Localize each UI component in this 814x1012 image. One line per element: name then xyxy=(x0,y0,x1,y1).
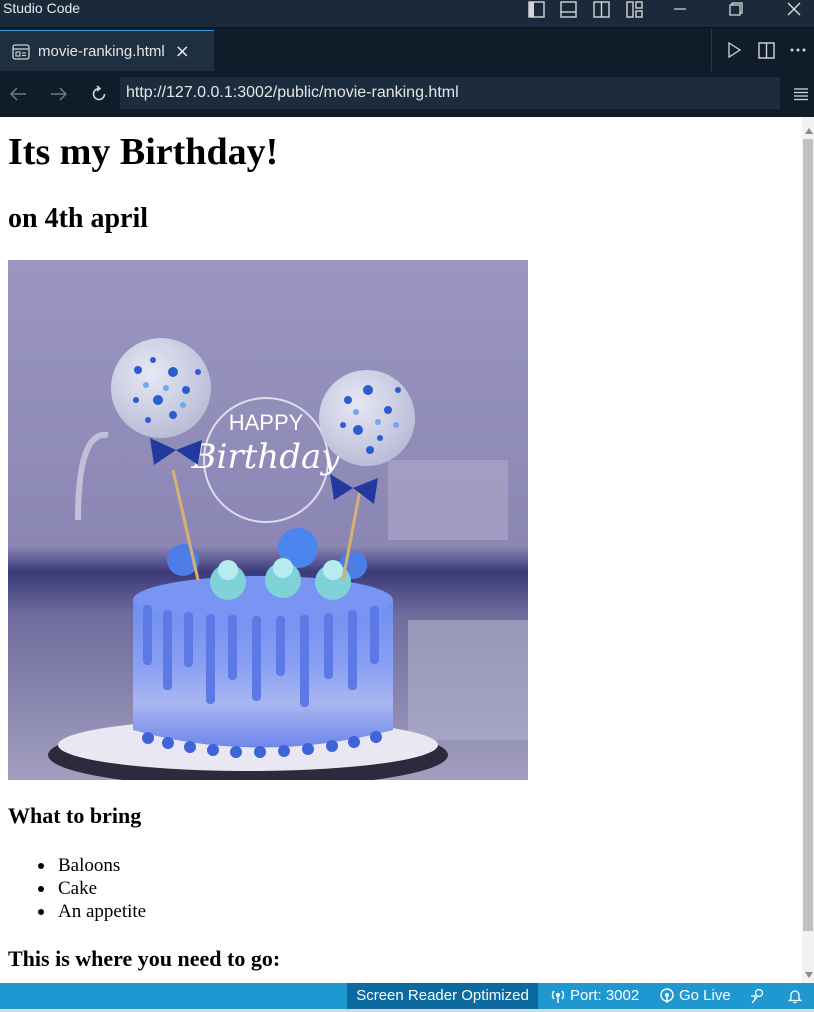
what-to-bring-heading: What to bring xyxy=(8,803,142,828)
close-tab-icon[interactable]: × xyxy=(175,42,190,61)
restore-icon[interactable] xyxy=(726,0,746,18)
editor-tab-bar: movie-ranking.html × xyxy=(0,27,814,72)
screen-reader-status[interactable]: Screen Reader Optimized xyxy=(347,983,538,1009)
toggle-panel-icon[interactable] xyxy=(559,0,577,18)
page-heading: Its my Birthday! xyxy=(8,131,279,173)
close-window-icon[interactable] xyxy=(784,0,804,18)
list-item: Cake xyxy=(8,877,146,900)
tab-label: movie-ranking.html xyxy=(38,43,165,60)
back-icon[interactable] xyxy=(3,79,33,109)
more-actions-icon[interactable] xyxy=(782,28,814,72)
page-scrollbar[interactable] xyxy=(802,117,814,983)
go-live-button[interactable]: Go Live xyxy=(659,983,731,1009)
scroll-down-arrow-icon[interactable] xyxy=(805,972,813,978)
forward-icon[interactable] xyxy=(44,79,74,109)
url-input[interactable]: http://127.0.0.1:3002/public/movie-ranki… xyxy=(120,77,780,109)
page-viewport: Its my Birthday! on 4th april HAPPY Birt… xyxy=(0,117,802,983)
status-bar: Screen Reader Optimized Port: 3002 Go Li… xyxy=(0,983,814,1012)
scroll-up-arrow-icon[interactable] xyxy=(805,128,813,134)
where-to-go-heading: This is where you need to go: xyxy=(8,946,281,971)
run-icon[interactable] xyxy=(718,28,750,72)
notifications-bell-icon[interactable] xyxy=(787,983,807,1009)
bring-list: Baloons Cake An appetite xyxy=(8,854,146,923)
minimize-icon[interactable] xyxy=(670,0,690,18)
menu-icon[interactable] xyxy=(786,79,814,109)
birthday-cake-image: HAPPY Birthday xyxy=(8,260,528,780)
separator xyxy=(711,28,712,72)
list-item: Baloons xyxy=(8,854,146,877)
window-title: l Studio Code xyxy=(0,0,81,16)
port-status[interactable]: Port: 3002 xyxy=(550,983,639,1009)
broadcast-icon xyxy=(551,990,565,1003)
cake-topper-birthday: Birthday xyxy=(191,437,342,477)
toggle-secondary-sidebar-icon[interactable] xyxy=(592,0,610,18)
split-editor-icon[interactable] xyxy=(750,28,782,72)
browser-nav-bar: http://127.0.0.1:3002/public/movie-ranki… xyxy=(0,71,814,117)
page-subheading: on 4th april xyxy=(8,203,149,234)
toggle-primary-sidebar-icon[interactable] xyxy=(527,0,545,18)
list-item: An appetite xyxy=(8,900,146,923)
cake-topper-happy: HAPPY xyxy=(229,410,304,435)
go-live-label: Go Live xyxy=(679,987,731,1004)
title-bar: l Studio Code xyxy=(0,0,814,27)
feedback-icon[interactable] xyxy=(748,983,770,1009)
editor-actions xyxy=(711,28,814,72)
reload-icon[interactable] xyxy=(84,79,114,109)
browser-preview-icon xyxy=(12,43,30,60)
scroll-thumb[interactable] xyxy=(803,139,813,931)
customize-layout-icon[interactable] xyxy=(625,0,643,18)
live-icon xyxy=(660,988,674,1003)
tab-movie-ranking[interactable]: movie-ranking.html × xyxy=(0,30,214,72)
port-label: Port: 3002 xyxy=(570,987,640,1004)
